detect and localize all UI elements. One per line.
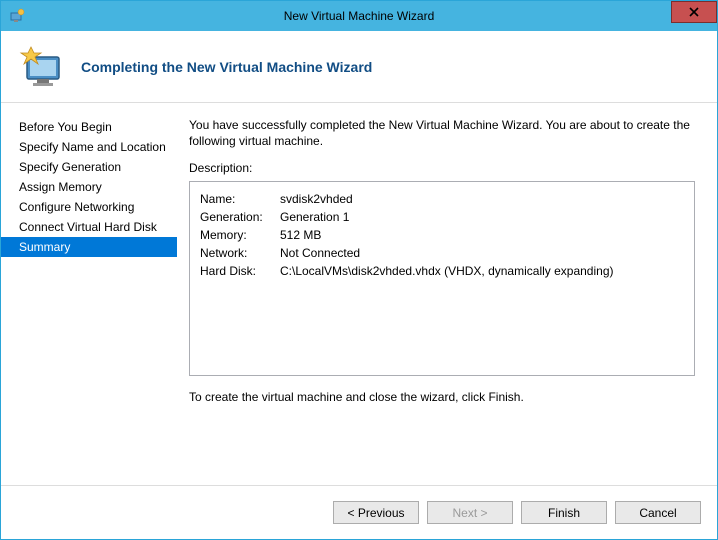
wizard-body: Before You Begin Specify Name and Locati… — [1, 103, 717, 485]
finish-button[interactable]: Finish — [521, 501, 607, 524]
detail-row-harddisk: Hard Disk: C:\LocalVMs\disk2vhded.vhdx (… — [200, 262, 684, 280]
close-button[interactable] — [671, 1, 717, 23]
sidebar-item-specify-generation[interactable]: Specify Generation — [1, 157, 177, 177]
detail-value: C:\LocalVMs\disk2vhded.vhdx (VHDX, dynam… — [280, 262, 614, 280]
detail-key: Hard Disk: — [200, 262, 280, 280]
wizard-header: Completing the New Virtual Machine Wizar… — [1, 31, 717, 103]
detail-value: Not Connected — [280, 244, 360, 262]
detail-row-name: Name: svdisk2vhded — [200, 190, 684, 208]
close-icon — [689, 7, 699, 17]
wizard-footer: < Previous Next > Finish Cancel — [1, 485, 717, 539]
sidebar-item-connect-vhd[interactable]: Connect Virtual Hard Disk — [1, 217, 177, 237]
next-button: Next > — [427, 501, 513, 524]
sidebar-item-summary[interactable]: Summary — [1, 237, 177, 257]
page-title: Completing the New Virtual Machine Wizar… — [81, 59, 372, 75]
detail-value: Generation 1 — [280, 208, 349, 226]
detail-value: svdisk2vhded — [280, 190, 353, 208]
detail-value: 512 MB — [280, 226, 321, 244]
detail-key: Network: — [200, 244, 280, 262]
previous-button[interactable]: < Previous — [333, 501, 419, 524]
detail-row-generation: Generation: Generation 1 — [200, 208, 684, 226]
titlebar: New Virtual Machine Wizard — [1, 1, 717, 31]
window-title: New Virtual Machine Wizard — [284, 9, 435, 23]
app-icon — [9, 8, 25, 24]
sidebar-item-specify-name[interactable]: Specify Name and Location — [1, 137, 177, 157]
detail-key: Name: — [200, 190, 280, 208]
detail-row-memory: Memory: 512 MB — [200, 226, 684, 244]
outro-text: To create the virtual machine and close … — [189, 390, 695, 404]
wizard-window: New Virtual Machine Wizard Completing th… — [0, 0, 718, 540]
cancel-button[interactable]: Cancel — [615, 501, 701, 524]
detail-row-network: Network: Not Connected — [200, 244, 684, 262]
main-content: You have successfully completed the New … — [177, 103, 717, 485]
sidebar: Before You Begin Specify Name and Locati… — [1, 103, 177, 485]
description-label: Description: — [189, 161, 695, 175]
sidebar-item-assign-memory[interactable]: Assign Memory — [1, 177, 177, 197]
description-box[interactable]: Name: svdisk2vhded Generation: Generatio… — [189, 181, 695, 376]
sidebar-item-configure-networking[interactable]: Configure Networking — [1, 197, 177, 217]
intro-text: You have successfully completed the New … — [189, 117, 695, 149]
sidebar-item-before-you-begin[interactable]: Before You Begin — [1, 117, 177, 137]
detail-key: Memory: — [200, 226, 280, 244]
wizard-header-icon — [19, 43, 69, 91]
detail-key: Generation: — [200, 208, 280, 226]
